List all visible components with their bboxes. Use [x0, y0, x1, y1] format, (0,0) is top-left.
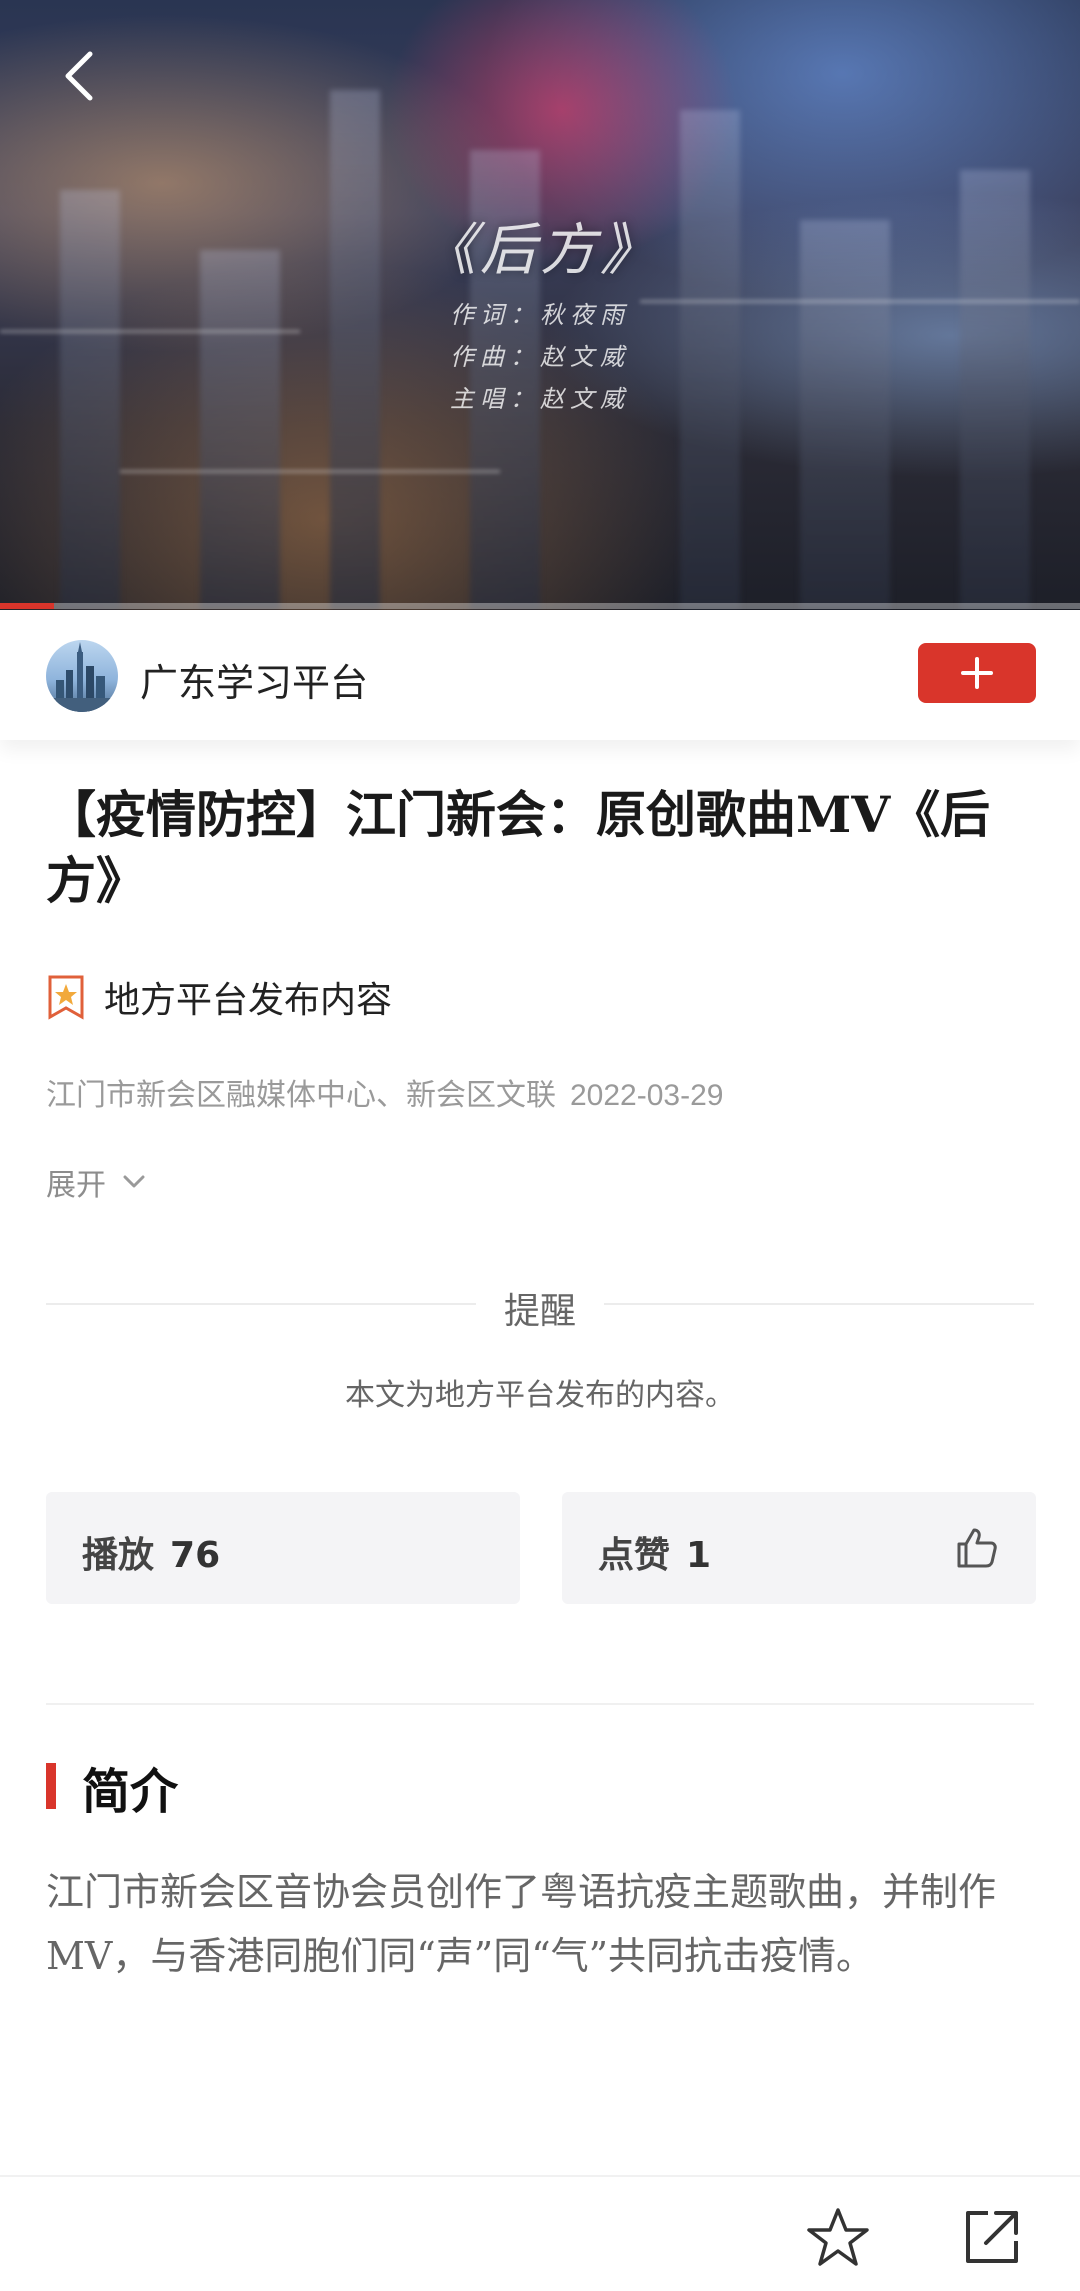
play-count-card: 播放 76 — [46, 1492, 520, 1604]
section-accent-bar — [46, 1763, 56, 1809]
video-frame-building — [330, 90, 380, 610]
video-frame-building — [680, 110, 740, 610]
back-button[interactable] — [52, 46, 112, 106]
reminder-text: 本文为地方平台发布的内容。 — [345, 1379, 735, 1412]
follow-button[interactable] — [918, 643, 1036, 703]
chevron-left-icon — [65, 51, 93, 101]
channel-name[interactable]: 广东学习平台 — [140, 652, 368, 707]
city-skyline-avatar-icon — [46, 642, 118, 712]
favorite-star-icon[interactable] — [805, 2205, 871, 2271]
publish-date: 2022-03-29 — [570, 1079, 724, 1112]
like-label: 点赞 — [598, 1535, 671, 1576]
channel-avatar[interactable] — [46, 640, 118, 712]
like-count-value: 1 — [686, 1535, 712, 1576]
play-count: 播放 76 — [82, 1526, 220, 1578]
video-overlay-title: 《后方》 — [420, 218, 660, 283]
intro-heading: 简介 — [82, 1764, 179, 1820]
like-card[interactable]: 点赞 1 — [562, 1492, 1036, 1604]
video-frame-light-streak — [640, 300, 1080, 303]
video-credit-singer: 主唱：赵文威 — [450, 385, 630, 413]
video-credit-lyricist: 作词：秋夜雨 — [450, 301, 630, 329]
thumbs-up-icon[interactable] — [954, 1524, 1000, 1570]
play-label: 播放 — [82, 1535, 155, 1576]
video-frame-light-streak — [120, 470, 500, 473]
channel-bar: 广东学习平台 — [0, 610, 1080, 740]
expand-button[interactable]: 展开 — [46, 1160, 148, 1204]
publisher-name: 江门市新会区融媒体中心、新会区文联 — [46, 1079, 556, 1112]
share-icon[interactable] — [960, 2205, 1024, 2269]
video-frame-building — [200, 250, 280, 610]
local-platform-tag: 地方平台发布内容 — [46, 972, 392, 1022]
intro-text: 江门市新会区音协会员创作了粤语抗疫主题歌曲，并制作MV，与香港同胞们同“声”同“… — [46, 1870, 997, 1978]
bottom-action-bar — [0, 2175, 1080, 2291]
like-count: 点赞 1 — [598, 1526, 711, 1578]
expand-label: 展开 — [46, 1169, 106, 1202]
bookmark-star-icon — [48, 975, 84, 1020]
article-meta: 江门市新会区融媒体中心、新会区文联 2022-03-29 — [46, 1070, 723, 1114]
video-credit-composer: 作曲：赵文威 — [450, 343, 630, 371]
video-player[interactable]: 《后方》 作词：秋夜雨 作曲：赵文威 主唱：赵文威 — [0, 0, 1080, 610]
video-progress-bar[interactable] — [0, 603, 1080, 609]
article-title: 【疫情防控】江门新会：原创歌曲MV《后方》 — [46, 785, 991, 910]
local-platform-label: 地方平台发布内容 — [104, 979, 393, 1020]
video-progress-fill — [0, 603, 54, 609]
chevron-down-icon — [123, 1175, 145, 1188]
video-frame-light-streak — [0, 330, 300, 333]
reminder-title: 提醒 — [503, 1290, 576, 1331]
play-count-value: 76 — [170, 1535, 221, 1576]
plus-icon — [961, 657, 993, 689]
section-divider — [46, 1703, 1034, 1705]
